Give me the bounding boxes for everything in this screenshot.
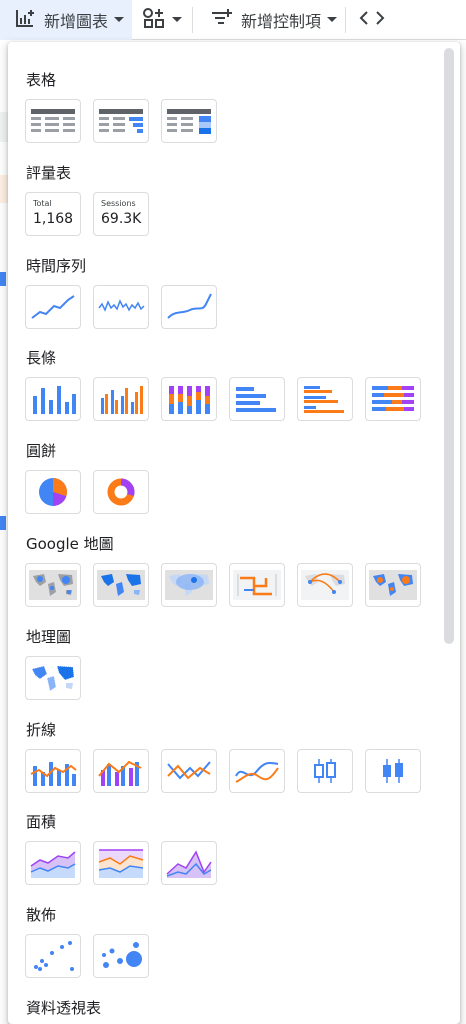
chart-option-stacked-bar[interactable] xyxy=(365,377,421,421)
menu-scrollbar[interactable] xyxy=(444,48,454,644)
section-title-scatter: 散佈 xyxy=(26,906,57,924)
chart-option-grouped-column[interactable] xyxy=(93,377,149,421)
canvas-strip xyxy=(0,112,8,142)
chart-option-sparkline[interactable] xyxy=(93,285,149,329)
chevron-down-icon xyxy=(172,17,183,22)
add-control-button[interactable]: 新增控制項 xyxy=(193,0,345,40)
add-control-label: 新增控制項 xyxy=(241,11,322,31)
chart-option-grouped-bar[interactable] xyxy=(297,377,353,421)
chart-option-geo[interactable] xyxy=(25,656,81,700)
add-chart-button[interactable]: 新增圖表 xyxy=(0,0,133,40)
section-title-bar: 長條 xyxy=(26,349,57,367)
chart-option-candlestick-filled[interactable] xyxy=(365,749,421,793)
section-title-googlemaps: Google 地圖 xyxy=(26,535,114,553)
chart-option-timeseries[interactable] xyxy=(25,285,81,329)
chart-option-candlestick[interactable] xyxy=(297,749,353,793)
chart-option-scatter[interactable] xyxy=(25,934,81,978)
canvas-strip xyxy=(0,175,8,203)
chart-option-area[interactable] xyxy=(25,841,81,885)
embed-code-icon xyxy=(358,7,386,33)
chart-option-table-heatmap[interactable] xyxy=(161,99,217,143)
chart-option-bubble[interactable] xyxy=(93,934,149,978)
canvas-strip xyxy=(0,272,6,286)
chart-option-combo[interactable] xyxy=(25,749,81,793)
community-viz-button[interactable] xyxy=(132,0,192,40)
chart-option-table-bars[interactable] xyxy=(93,99,149,143)
section-title-geo: 地理圖 xyxy=(26,628,72,646)
chart-option-donut[interactable] xyxy=(93,470,149,514)
scorecard-value: 1,168 xyxy=(33,211,74,227)
scorecard-label: Sessions xyxy=(101,199,136,208)
add-chart-icon xyxy=(14,7,36,33)
chart-option-line[interactable] xyxy=(161,749,217,793)
section-title-table: 表格 xyxy=(26,71,57,89)
chart-option-bar[interactable] xyxy=(229,377,285,421)
toolbar: 新增圖表 新增控制項 xyxy=(0,0,466,40)
chart-option-combo-map[interactable] xyxy=(365,563,421,607)
section-title-pie: 圓餅 xyxy=(26,442,57,460)
scorecard-label: Total xyxy=(33,199,52,208)
chart-option-stacked-area[interactable] xyxy=(93,841,149,885)
chart-option-stacked-column[interactable] xyxy=(161,377,217,421)
chart-option-column[interactable] xyxy=(25,377,81,421)
chart-option-table[interactable] xyxy=(25,99,81,143)
scorecard-value: 69.3K xyxy=(101,211,142,227)
community-viz-icon xyxy=(142,7,166,33)
embed-button[interactable] xyxy=(346,0,398,40)
chevron-down-icon xyxy=(327,17,338,22)
chart-option-heatmap-map[interactable] xyxy=(161,563,217,607)
chart-option-bubble-map[interactable] xyxy=(25,563,81,607)
chart-option-percent-area[interactable] xyxy=(161,841,217,885)
chart-option-line-map[interactable] xyxy=(229,563,285,607)
canvas-strip xyxy=(0,516,6,530)
chart-option-scorecard-compact[interactable]: Sessions 69.3K xyxy=(93,192,149,236)
section-title-scorecard: 評量表 xyxy=(26,164,72,182)
chart-option-stacked-combo[interactable] xyxy=(93,749,149,793)
section-title-pivot: 資料透視表 xyxy=(26,999,102,1017)
section-title-timeseries: 時間序列 xyxy=(26,257,87,275)
chart-option-pie[interactable] xyxy=(25,470,81,514)
section-title-combo: 折線 xyxy=(26,721,57,739)
chart-option-scorecard[interactable]: Total 1,168 xyxy=(25,192,81,236)
chart-option-filled-map[interactable] xyxy=(93,563,149,607)
chart-option-smoothed-timeseries[interactable] xyxy=(161,285,217,329)
add-chart-label: 新增圖表 xyxy=(44,11,109,31)
section-title-area: 面積 xyxy=(26,813,57,831)
chevron-down-icon xyxy=(114,17,125,22)
chart-option-connection-map[interactable] xyxy=(297,563,353,607)
chart-option-smooth-line[interactable] xyxy=(229,749,285,793)
add-chart-menu: 表格 評量表 Total 1,168 Sessions 69.3K 時間序列 長… xyxy=(8,42,460,1024)
add-control-icon xyxy=(209,7,233,33)
